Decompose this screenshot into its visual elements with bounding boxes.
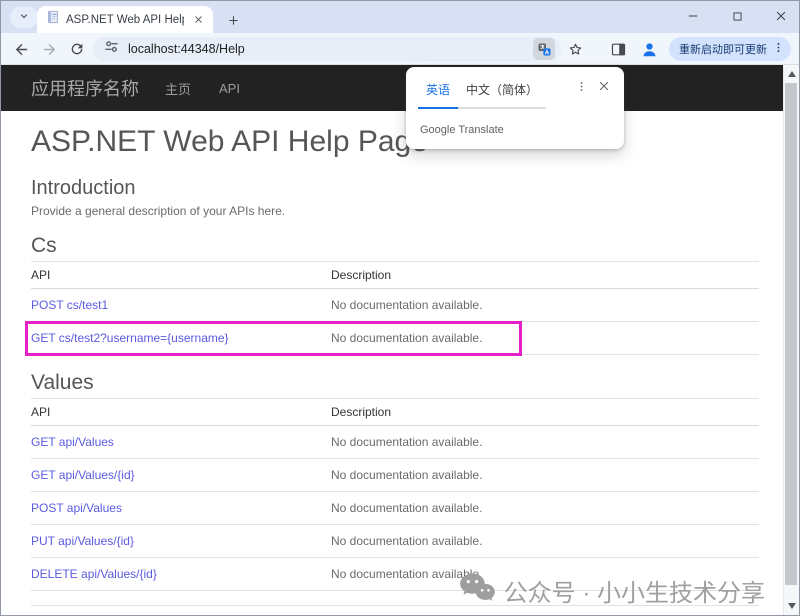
translate-menu-icon[interactable]: [571, 79, 592, 97]
api-description: No documentation available.: [331, 468, 759, 482]
navbar-link-api[interactable]: API: [219, 81, 240, 96]
side-panel-icon[interactable]: [607, 38, 629, 60]
api-link[interactable]: PUT api/Values/{id}: [31, 534, 134, 548]
api-link[interactable]: GET api/Values: [31, 435, 114, 449]
table-row: POST api/Values No documentation availab…: [31, 492, 759, 525]
browser-toolbar: localhost:44348/Help 重新启动即可更新: [1, 33, 799, 65]
translate-close-icon[interactable]: [592, 79, 612, 95]
new-tab-button[interactable]: [221, 8, 245, 32]
scrollbar-thumb[interactable]: [785, 83, 797, 585]
web-page: 应用程序名称 主页 API ASP.NET Web API Help Page …: [1, 65, 783, 615]
site-navbar: 应用程序名称 主页 API: [1, 65, 783, 111]
forward-icon[interactable]: [39, 39, 59, 59]
google-translate-popup: 英语 中文（简体） Google Translate: [406, 67, 624, 149]
section-heading-cs: Cs: [31, 234, 759, 262]
column-header-description: Description: [331, 268, 759, 282]
favicon-icon: [46, 10, 60, 29]
chevron-down-icon: [18, 9, 30, 27]
update-chip-button[interactable]: 重新启动即可更新: [669, 37, 791, 61]
api-link[interactable]: GET cs/test2?username={username}: [31, 331, 229, 345]
column-header-description: Description: [331, 405, 759, 419]
bookmark-star-icon[interactable]: [564, 38, 586, 60]
translate-tab-english[interactable]: 英语: [418, 79, 458, 109]
translate-tabs: 英语 中文（简体）: [418, 79, 612, 109]
translate-tab-chinese[interactable]: 中文（简体）: [458, 79, 546, 109]
google-translate-brand: Google Translate: [418, 109, 612, 149]
table-row: GET api/Values No documentation availabl…: [31, 426, 759, 459]
scroll-up-icon[interactable]: [788, 71, 796, 77]
tab-search-button[interactable]: [10, 7, 38, 28]
section-heading-values: Values: [31, 371, 759, 399]
reload-icon[interactable]: [67, 39, 87, 59]
maximize-icon[interactable]: [727, 6, 747, 26]
scroll-down-icon[interactable]: [788, 603, 796, 609]
browser-window: ASP.NET Web API Help Page: [0, 0, 800, 616]
api-link[interactable]: POST api/Values: [31, 501, 122, 515]
api-description: No documentation available.: [331, 331, 759, 345]
wechat-icon: [459, 572, 495, 609]
browser-tab[interactable]: ASP.NET Web API Help Page: [37, 6, 213, 33]
tab-close-icon[interactable]: [190, 12, 206, 28]
introduction-text: Provide a general description of your AP…: [31, 204, 759, 218]
table-header: API Description: [31, 262, 759, 289]
column-header-api: API: [31, 405, 331, 419]
api-description: No documentation available.: [331, 501, 759, 515]
url-text: localhost:44348/Help: [128, 42, 245, 56]
minimize-icon[interactable]: [683, 6, 703, 26]
tab-strip: ASP.NET Web API Help Page: [1, 1, 799, 33]
navbar-brand[interactable]: 应用程序名称: [31, 75, 139, 101]
navbar-link-home[interactable]: 主页: [165, 79, 191, 98]
translate-icon[interactable]: [533, 38, 555, 60]
column-header-api: API: [31, 268, 331, 282]
table-row: POST cs/test1 No documentation available…: [31, 289, 759, 322]
introduction-heading: Introduction: [31, 177, 759, 200]
page-title: ASP.NET Web API Help Page: [31, 125, 759, 159]
profile-avatar-icon[interactable]: [638, 38, 660, 60]
page-content: ASP.NET Web API Help Page Introduction P…: [1, 125, 783, 615]
api-link[interactable]: POST cs/test1: [31, 298, 108, 312]
api-link[interactable]: DELETE api/Values/{id}: [31, 567, 157, 581]
back-icon[interactable]: [11, 39, 31, 59]
table-row-highlighted: GET cs/test2?username={username} No docu…: [31, 322, 759, 355]
site-settings-icon[interactable]: [104, 39, 119, 59]
api-link[interactable]: GET api/Values/{id}: [31, 468, 135, 482]
watermark: 公众号 · 小小生技术分享: [459, 572, 765, 609]
api-description: No documentation available.: [331, 298, 759, 312]
page-scrollbar: [783, 65, 799, 615]
browser-menu-icon[interactable]: [772, 41, 785, 57]
toolbar-right-cluster: 重新启动即可更新: [533, 37, 791, 61]
window-controls: [683, 4, 791, 28]
tab-title: ASP.NET Web API Help Page: [66, 14, 184, 26]
table-row: GET api/Values/{id} No documentation ava…: [31, 459, 759, 492]
close-window-icon[interactable]: [771, 6, 791, 26]
table-row: PUT api/Values/{id} No documentation ava…: [31, 525, 759, 558]
table-header: API Description: [31, 399, 759, 426]
api-description: No documentation available.: [331, 435, 759, 449]
address-bar[interactable]: localhost:44348/Help: [93, 37, 561, 61]
update-chip-label: 重新启动即可更新: [679, 41, 767, 57]
api-description: No documentation available.: [331, 534, 759, 548]
watermark-text: 公众号 · 小小生技术分享: [504, 573, 765, 608]
